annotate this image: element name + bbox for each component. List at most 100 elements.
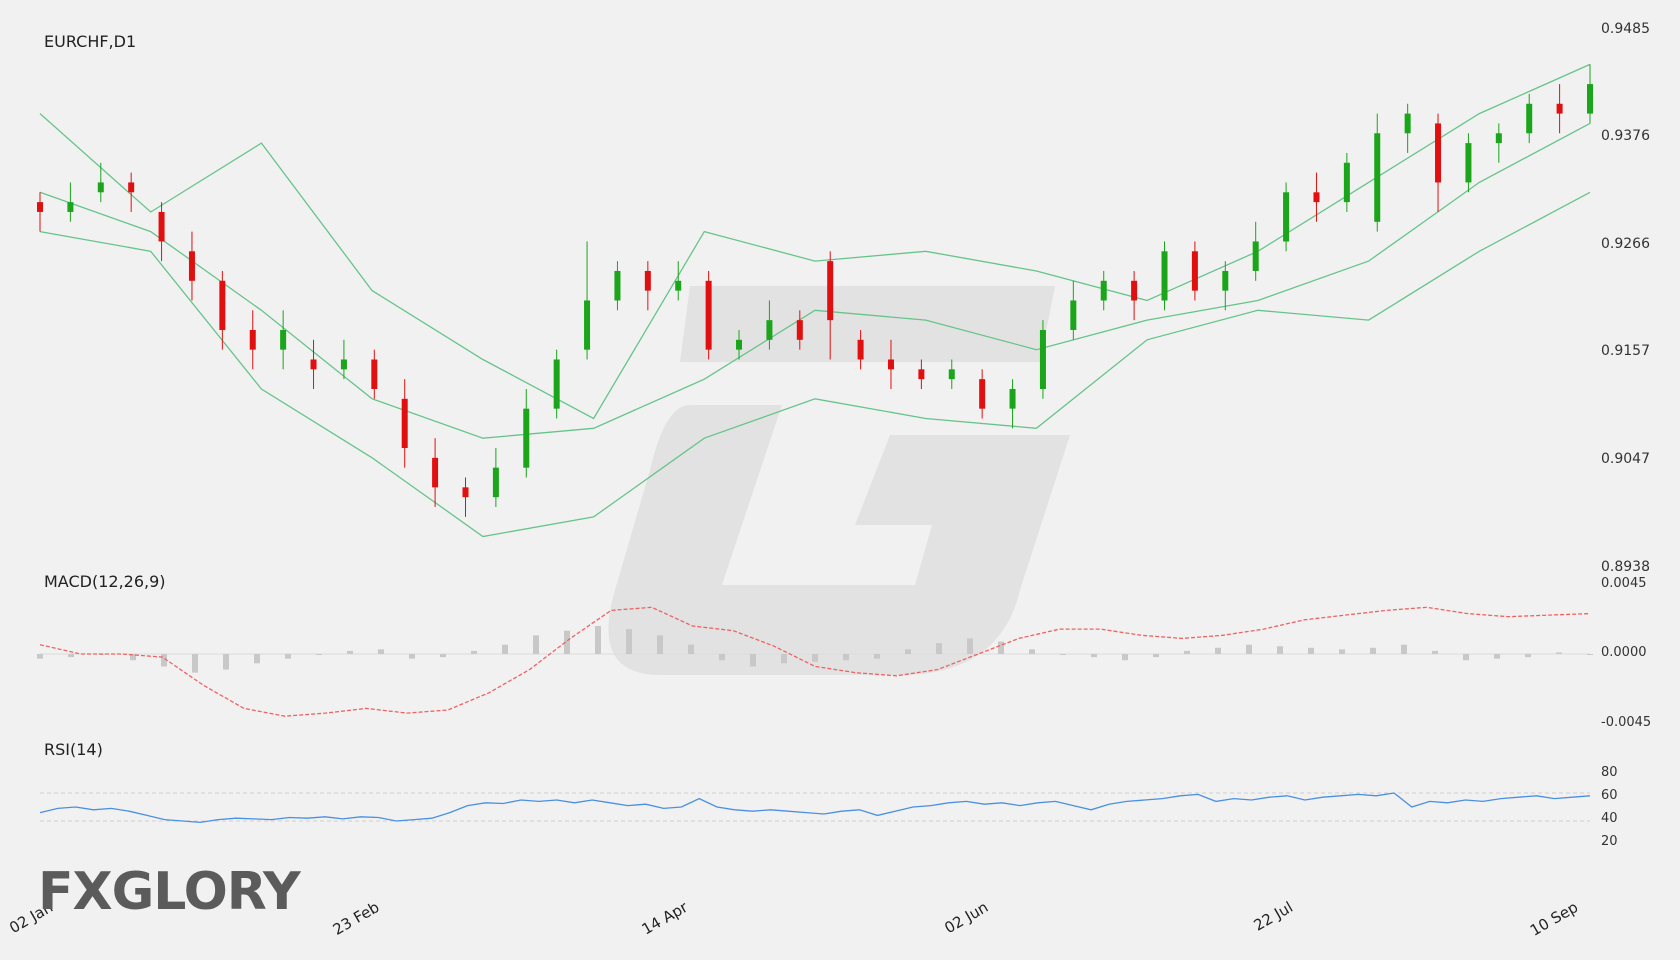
macd-histogram-bar — [1029, 649, 1035, 654]
candle-body — [1556, 103, 1563, 114]
macd-histogram-bar — [254, 654, 260, 664]
macd-histogram-bar — [1525, 654, 1531, 658]
macd-histogram-bar — [750, 654, 756, 667]
candle-body — [1343, 162, 1350, 203]
price-tick: 0.8938 — [1601, 559, 1650, 575]
chart-canvas — [37, 63, 1593, 824]
macd-histogram-bar — [998, 641, 1004, 654]
macd-histogram-bar — [1060, 654, 1066, 655]
candle-body — [766, 320, 773, 340]
macd-histogram-bar — [719, 654, 725, 661]
candle-body — [371, 359, 378, 389]
macd-histogram-bar — [936, 643, 942, 654]
macd-tick: -0.0045 — [1601, 715, 1652, 730]
candle-body — [219, 280, 226, 330]
rsi-panel — [39, 792, 1591, 824]
macd-histogram-bar — [1432, 650, 1438, 654]
macd-histogram-bar — [471, 650, 477, 654]
candle-body — [1435, 123, 1442, 183]
macd-histogram-bar — [1091, 654, 1097, 658]
macd-histogram-bar — [595, 626, 601, 654]
candle-body — [1009, 388, 1016, 409]
candle-body — [918, 369, 925, 380]
candle-body — [827, 261, 834, 321]
macd-histogram-bar — [1401, 644, 1407, 654]
rsi-label: RSI(14) — [44, 740, 103, 759]
macd-histogram-bar — [223, 654, 229, 670]
macd-histogram-bar — [1184, 650, 1190, 654]
candle-body — [523, 408, 530, 468]
watermark-logo — [608, 286, 1070, 675]
candle-body — [37, 202, 43, 212]
price-tick: 0.9266 — [1601, 236, 1650, 252]
candle-body — [553, 359, 560, 409]
candle-body — [1313, 192, 1320, 203]
chart-title: EURCHF,D1 — [44, 32, 137, 51]
macd-tick: 0.0000 — [1601, 645, 1647, 660]
macd-tick: 0.0045 — [1601, 576, 1647, 591]
bollinger-lower — [39, 191, 1591, 538]
candle-body — [401, 398, 408, 449]
candle-body — [67, 202, 74, 212]
macd-histogram-bar — [812, 654, 818, 662]
candle-body — [310, 359, 317, 370]
candle-body — [462, 487, 469, 498]
bollinger-upper — [39, 63, 1591, 420]
price-tick: 0.9376 — [1601, 128, 1650, 144]
macd-histogram-bar — [347, 650, 353, 654]
macd-histogram-bar — [967, 638, 973, 654]
rsi-tick: 80 — [1601, 765, 1618, 780]
macd-histogram-bar — [378, 649, 384, 654]
macd-histogram-bar — [626, 629, 632, 654]
candle-body — [1465, 143, 1472, 183]
fxglory-logo: FXGLORY — [38, 862, 301, 922]
bollinger-middle — [39, 122, 1591, 439]
candle-body — [1131, 280, 1138, 301]
candle-body — [644, 270, 651, 291]
candle-body — [128, 182, 135, 193]
rsi-line — [39, 792, 1591, 824]
candle-body — [1161, 251, 1168, 301]
candle-body — [432, 457, 439, 488]
macd-histogram-bar — [688, 644, 694, 654]
candle-body — [705, 280, 712, 350]
candle-body — [97, 182, 104, 193]
macd-histogram-bar — [502, 644, 508, 654]
macd-histogram-bar — [1246, 644, 1252, 654]
macd-histogram-bar — [843, 654, 849, 661]
candle-body — [340, 359, 347, 370]
macd-histogram-bar — [285, 654, 291, 659]
candle-body — [1222, 270, 1229, 291]
macd-histogram-bar — [874, 654, 880, 659]
candle-body — [1526, 103, 1533, 134]
rsi-tick: 20 — [1601, 834, 1618, 849]
candle-body — [796, 320, 803, 340]
macd-histogram-bar — [533, 635, 539, 654]
rsi-tick: 40 — [1601, 811, 1618, 826]
candle-body — [584, 300, 591, 350]
rsi-tick: 60 — [1601, 788, 1618, 803]
candle-body — [492, 467, 499, 498]
macd-histogram-bar — [1122, 654, 1128, 661]
macd-histogram-bar — [1494, 654, 1500, 659]
macd-histogram-bar — [781, 654, 787, 664]
candle-body — [1283, 192, 1290, 242]
candle-body — [1191, 251, 1198, 291]
macd-histogram-bar — [316, 654, 322, 655]
grid-lines — [40, 653, 1590, 822]
candle-body — [280, 329, 287, 350]
candle-body — [675, 280, 682, 291]
candle-body — [188, 251, 195, 281]
candle-body — [249, 329, 256, 350]
macd-histogram-bar — [1308, 647, 1314, 654]
price-tick: 0.9047 — [1601, 451, 1650, 467]
price-tick: 0.9157 — [1601, 343, 1650, 359]
candle-body — [887, 359, 894, 370]
macd-histogram-bar — [68, 654, 74, 658]
candle-body — [1070, 300, 1077, 330]
macd-histogram-bar — [37, 654, 43, 659]
candle-body — [1374, 133, 1381, 222]
macd-histogram-bar — [905, 649, 911, 654]
macd-histogram-bar — [1370, 647, 1376, 654]
candle-body — [979, 379, 986, 409]
